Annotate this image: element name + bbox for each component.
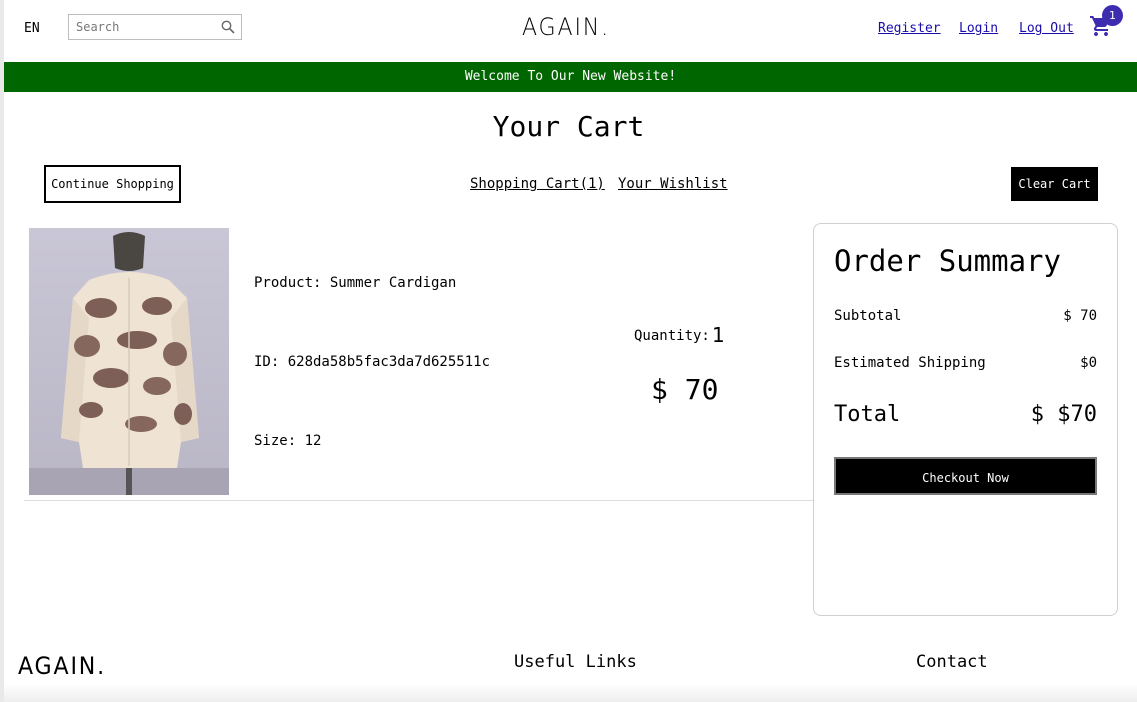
subtotal-row: Subtotal $ 70: [834, 308, 1097, 324]
register-link[interactable]: Register: [878, 21, 941, 36]
checkout-now-button[interactable]: Checkout Now: [834, 457, 1097, 495]
order-summary-panel: Order Summary Subtotal $ 70 Estimated Sh…: [813, 223, 1118, 616]
total-value: $ $70: [1030, 402, 1097, 427]
quantity-value[interactable]: 1: [712, 323, 725, 347]
product-image[interactable]: [29, 228, 229, 495]
shipping-label: Estimated Shipping: [834, 355, 986, 371]
item-divider: [24, 500, 814, 501]
shipping-value: $0: [1080, 355, 1097, 371]
tab-wishlist[interactable]: Your Wishlist: [618, 176, 728, 192]
footer-logo[interactable]: AGAIN.: [18, 652, 106, 680]
order-summary-title: Order Summary: [834, 244, 1061, 278]
announcement-bar: Welcome To Our New Website!: [4, 62, 1137, 92]
search-icon[interactable]: [221, 20, 235, 34]
search-box: [68, 14, 242, 40]
product-name: Product: Summer Cardigan: [254, 275, 457, 291]
subtotal-value: $ 70: [1063, 308, 1097, 324]
product-price: $ 70: [651, 373, 719, 406]
product-size: Size: 12: [254, 433, 322, 449]
footer-useful-links-heading: Useful Links: [514, 652, 637, 672]
cart-count-badge: 1: [1102, 5, 1123, 26]
footer-contact-heading: Contact: [916, 652, 988, 672]
language-selector[interactable]: EN: [24, 21, 40, 36]
login-link[interactable]: Login: [959, 21, 998, 36]
total-row: Total $ $70: [834, 402, 1097, 427]
footer-shade: [4, 683, 1137, 702]
top-navbar: EN AGAIN. Register Login Log Out: [4, 2, 1137, 60]
clear-cart-button[interactable]: Clear Cart: [1011, 167, 1098, 201]
site-logo[interactable]: AGAIN.: [522, 13, 610, 41]
tab-shopping-cart[interactable]: Shopping Cart(1): [470, 176, 605, 192]
shipping-row: Estimated Shipping $0: [834, 355, 1097, 371]
logout-link[interactable]: Log Out: [1019, 21, 1074, 36]
subtotal-label: Subtotal: [834, 308, 902, 324]
quantity-label: Quantity:: [634, 328, 710, 344]
continue-shopping-button[interactable]: Continue Shopping: [44, 165, 181, 203]
product-id: ID: 628da58b5fac3da7d625511c: [254, 354, 491, 370]
total-label: Total: [834, 402, 901, 427]
window-left-edge: [0, 0, 4, 702]
search-input[interactable]: [69, 15, 226, 39]
page-title: Your Cart: [492, 110, 645, 143]
